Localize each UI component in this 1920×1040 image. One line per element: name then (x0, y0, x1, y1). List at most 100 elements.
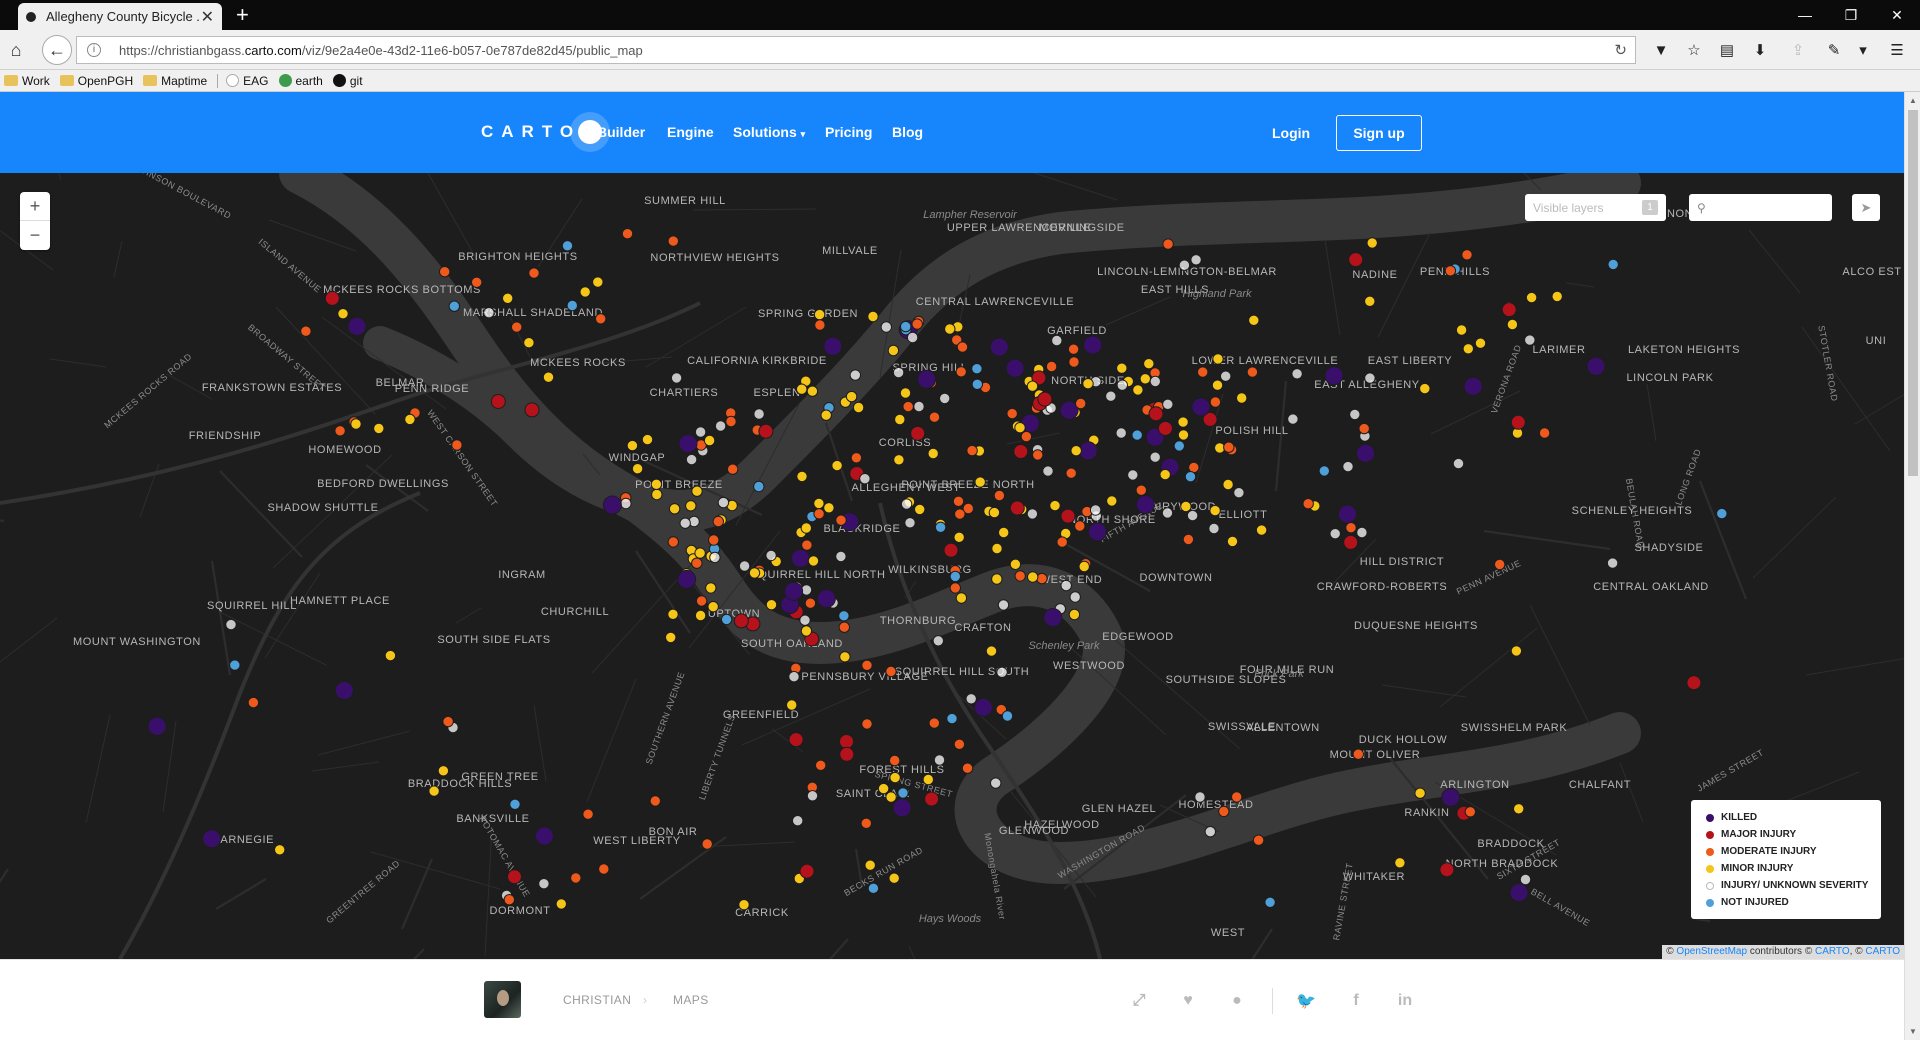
bookmark-star-icon[interactable]: ☆ (1683, 39, 1705, 61)
avatar[interactable] (484, 981, 521, 1018)
crash-point (911, 318, 923, 330)
crash-point (707, 601, 719, 613)
reading-list-icon[interactable]: ▤ (1716, 39, 1738, 61)
nav-builder[interactable]: Builder (597, 124, 645, 140)
tools-icon[interactable]: ✎ (1823, 39, 1845, 61)
fullscreen-icon[interactable]: ⤢ (1129, 991, 1149, 1011)
maps-link[interactable]: MAPS (673, 993, 709, 1007)
crash-point (839, 734, 854, 749)
place-label: ESPLEN (753, 387, 800, 399)
eag-icon (226, 74, 240, 87)
crash-point (952, 495, 965, 507)
scroll-down-icon[interactable]: ▼ (1908, 1027, 1918, 1036)
crash-point (714, 420, 727, 432)
crash-point (1070, 445, 1082, 457)
crash-point (1184, 471, 1197, 483)
menu-icon[interactable]: ☰ (1886, 39, 1908, 61)
crash-point (247, 696, 260, 709)
bookmark-git[interactable]: git (332, 74, 363, 88)
tab-title: Allegheny County Bicycle ... (46, 9, 201, 24)
crash-point (1067, 343, 1080, 355)
nav-pricing[interactable]: Pricing (825, 124, 872, 140)
github-icon (332, 74, 346, 87)
url-host: https://christianbgass. (119, 42, 245, 58)
new-tab-button[interactable]: + (236, 3, 249, 27)
crash-point (971, 378, 983, 391)
download-icon[interactable]: ⬇ (1749, 39, 1771, 61)
park-label: Schenley Park (1029, 640, 1100, 652)
user-link[interactable]: CHRISTIAN (563, 993, 631, 1007)
crash-point (523, 337, 535, 349)
crash-point (1014, 422, 1026, 434)
crash-point (670, 372, 683, 384)
page-scrollbar[interactable]: ▲ ▼ (1904, 92, 1920, 1040)
map-search[interactable]: ⚲ (1689, 194, 1832, 221)
crash-point (1452, 457, 1465, 470)
crash-point (1204, 826, 1217, 838)
crash-point (631, 463, 644, 475)
carto-logo[interactable]: CARTO (481, 120, 603, 144)
crash-point (1348, 252, 1364, 268)
park-label: Hays Woods (919, 913, 982, 925)
overflow-icon[interactable]: ▾ (1852, 39, 1874, 61)
visible-layers-selector[interactable]: Visible layers 1 (1525, 194, 1666, 221)
crash-point (1009, 558, 1022, 570)
crash-point (1068, 356, 1080, 368)
crash-point (845, 390, 858, 403)
pocket-icon[interactable]: ▼ (1650, 39, 1672, 61)
close-tab-icon[interactable]: ✕ (201, 7, 214, 27)
facebook-icon[interactable]: f (1346, 991, 1366, 1011)
bookmark-eag[interactable]: EAG (226, 74, 269, 88)
carto-link-2[interactable]: CARTO (1865, 946, 1900, 957)
restore-icon[interactable]: ❐ (1828, 0, 1874, 30)
crash-point (448, 300, 460, 312)
scrollbar-thumb[interactable] (1908, 110, 1918, 476)
crash-point (852, 401, 865, 414)
site-info-icon[interactable]: i (87, 43, 101, 57)
heart-icon[interactable]: ♥ (1178, 991, 1198, 1011)
crash-point (823, 502, 835, 514)
crash-point (893, 454, 905, 466)
bookmark-work[interactable]: Work (4, 74, 50, 88)
crash-point (989, 337, 1009, 357)
crash-point (813, 308, 826, 321)
place-label: SPRING GARDEN (758, 308, 858, 320)
nav-solutions[interactable]: Solutions ▾ (733, 124, 805, 140)
carto-link[interactable]: CARTO (1815, 946, 1850, 957)
map-canvas[interactable]: BELLEVUEIVORY AVENUEPARKER STREETSHARPSB… (0, 173, 1904, 959)
bookmark-earth[interactable]: earth (278, 74, 323, 88)
nav-blog[interactable]: Blog (892, 124, 923, 140)
browser-tab[interactable]: Allegheny County Bicycle ... ✕ (18, 3, 222, 30)
nav-engine[interactable]: Engine (667, 124, 714, 140)
zoom-in-button[interactable]: + (20, 192, 50, 221)
search-input[interactable] (1711, 200, 1822, 215)
back-icon[interactable]: ← (42, 35, 72, 65)
close-window-icon[interactable]: ✕ (1874, 0, 1920, 30)
bookmark-openpgh[interactable]: OpenPGH (59, 74, 133, 88)
crash-point (534, 826, 554, 846)
crash-point (1116, 362, 1128, 374)
place-label: LAKETON HEIGHTS (1628, 344, 1740, 356)
crash-point (1494, 558, 1506, 571)
zoom-out-button[interactable]: − (20, 221, 50, 250)
linkedin-icon[interactable]: in (1395, 991, 1415, 1011)
crash-point (1607, 258, 1619, 271)
scroll-up-icon[interactable]: ▲ (1908, 96, 1918, 105)
minimize-icon[interactable]: — (1782, 0, 1828, 30)
crash-point (993, 489, 1006, 502)
url-bar[interactable]: i https://christianbgass. carto.com/viz/9… (76, 36, 1636, 64)
crash-point (1149, 375, 1162, 388)
crash-point (800, 522, 812, 534)
share-icon[interactable]: ⇪ (1787, 39, 1809, 61)
comment-icon[interactable]: ● (1227, 991, 1247, 1011)
reload-icon[interactable]: ↻ (1614, 41, 1627, 59)
bookmark-maptime[interactable]: Maptime (143, 74, 207, 88)
home-icon[interactable]: ⌂ (4, 38, 28, 62)
signup-button[interactable]: Sign up (1336, 115, 1422, 151)
osm-link[interactable]: OpenStreetMap (1676, 946, 1747, 957)
login-link[interactable]: Login (1272, 125, 1310, 141)
crash-point (538, 878, 550, 890)
send-icon[interactable]: ➤ (1852, 194, 1880, 221)
twitter-icon[interactable]: 🐦 (1296, 991, 1316, 1011)
crash-point (1324, 366, 1344, 386)
